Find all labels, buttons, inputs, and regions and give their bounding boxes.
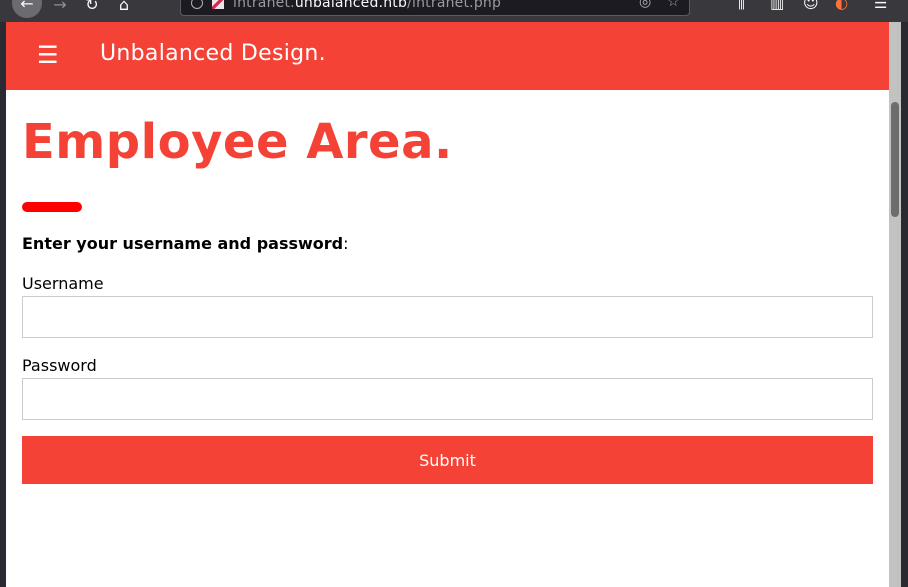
page-scrollbar[interactable]: [889, 22, 901, 587]
site-info-icon[interactable]: [191, 0, 203, 9]
username-label: Username: [22, 274, 104, 293]
addon-icon[interactable]: ◐: [835, 0, 848, 12]
hamburger-menu-icon[interactable]: ☰: [37, 42, 59, 68]
page-title: Employee Area.: [22, 114, 453, 170]
forward-button[interactable]: →: [48, 0, 72, 16]
scrollbar-thumb[interactable]: [891, 102, 899, 217]
app-menu-icon[interactable]: ☰: [874, 0, 887, 12]
reload-button[interactable]: ↻: [80, 0, 104, 16]
account-icon[interactable]: ☺: [803, 0, 819, 12]
pocket-icon[interactable]: ◎: [639, 0, 651, 10]
heading-underline-bar: [22, 202, 82, 212]
url-text[interactable]: intranet.unbalanced.htb/intranet.php: [233, 0, 501, 11]
url-host: unbalanced.htb: [294, 0, 408, 11]
back-arrow-icon: ←: [20, 0, 34, 13]
url-path: /intranet.php: [407, 0, 502, 11]
library-icon[interactable]: ⫼: [738, 0, 745, 12]
forward-arrow-icon: →: [53, 0, 67, 14]
reload-icon: ↻: [85, 0, 99, 14]
password-input[interactable]: [22, 378, 873, 420]
password-label: Password: [22, 356, 97, 375]
bookmark-star-icon[interactable]: ☆: [667, 0, 680, 10]
submit-button[interactable]: Submit: [22, 436, 873, 484]
browser-toolbar: ← → ↻ ⌂ intranet.unbalanced.htb/intranet…: [0, 0, 908, 22]
back-button[interactable]: ←: [12, 0, 42, 18]
instruction-bold-text: Enter your username and password: [22, 234, 344, 253]
address-bar[interactable]: intranet.unbalanced.htb/intranet.php ◎ ☆: [180, 0, 690, 16]
page-viewport: ☰ Unbalanced Design. Employee Area. Ente…: [6, 22, 889, 587]
home-icon: ⌂: [118, 0, 130, 14]
home-button[interactable]: ⌂: [112, 0, 136, 16]
site-header: ☰ Unbalanced Design.: [6, 22, 889, 90]
sidebar-icon[interactable]: ▥: [770, 0, 784, 12]
username-input[interactable]: [22, 296, 873, 338]
login-instruction: Enter your username and password:: [22, 234, 349, 253]
site-title: Unbalanced Design.: [100, 41, 326, 66]
url-subdomain: intranet.: [233, 0, 295, 11]
window-edge: [901, 22, 908, 587]
site-favicon-icon: [212, 0, 224, 9]
instruction-suffix: :: [343, 234, 349, 253]
